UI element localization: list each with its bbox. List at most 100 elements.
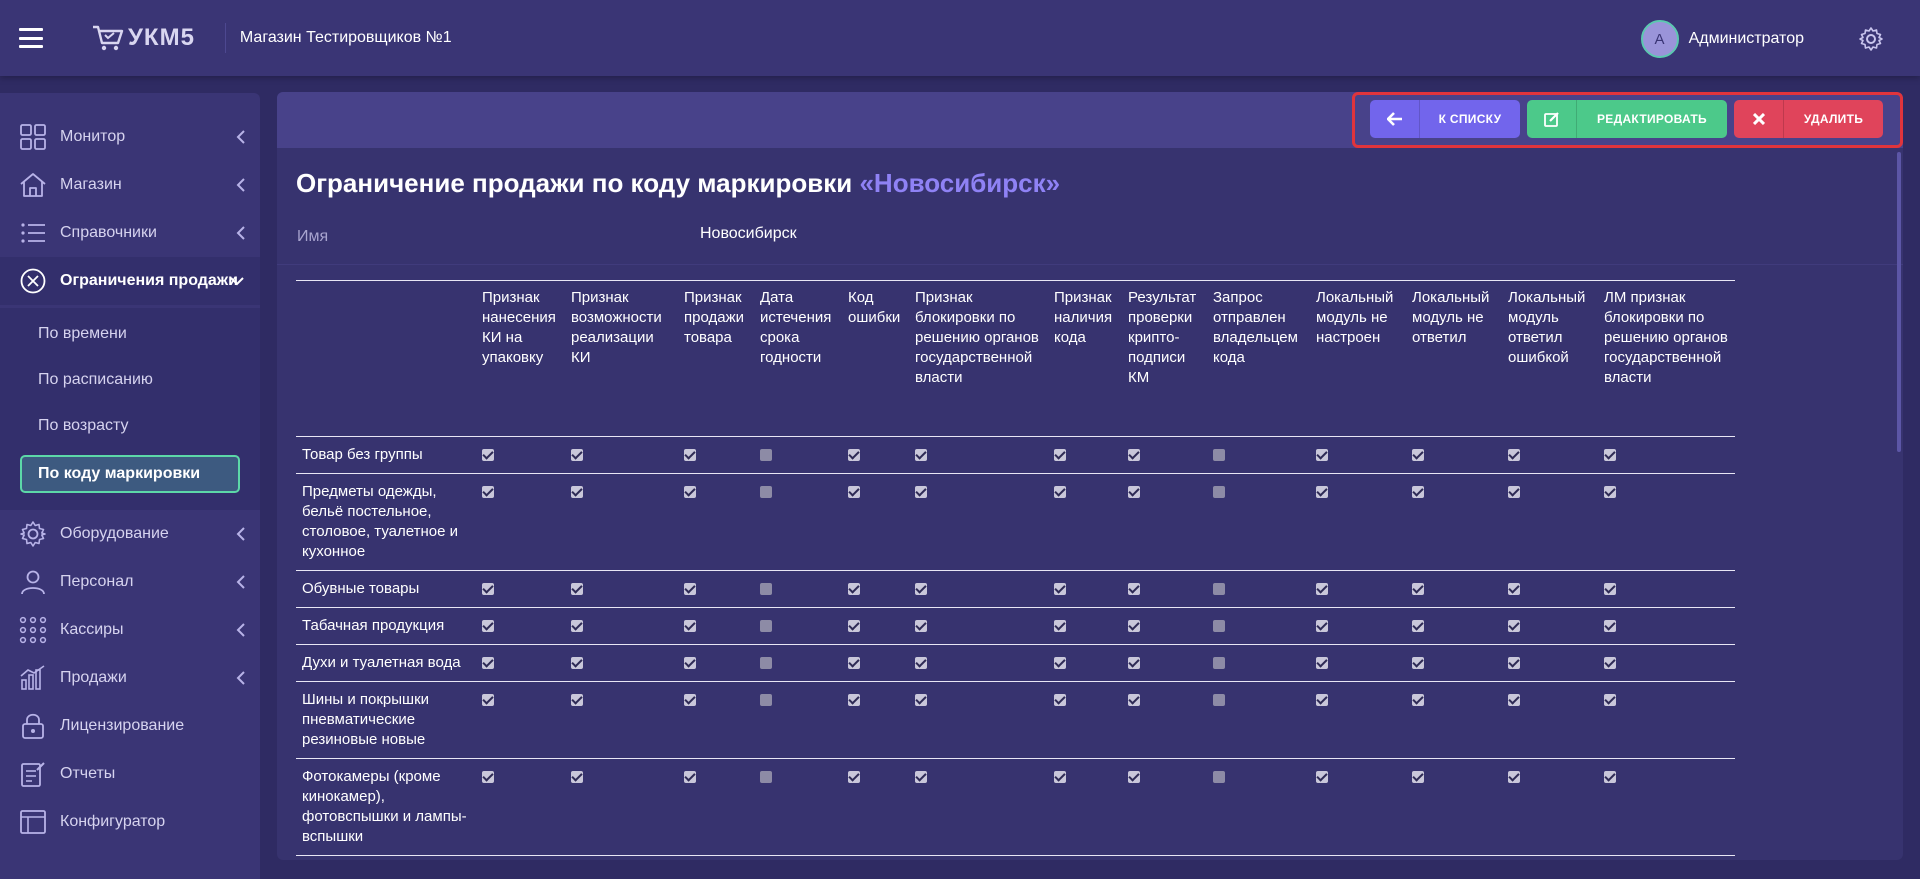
checkbox-cell (1050, 437, 1124, 474)
checkbox-checked (848, 771, 860, 783)
checkbox-cell (1504, 474, 1600, 571)
checkbox-cell (478, 608, 567, 645)
table-row[interactable]: Товар без группы (296, 437, 1735, 474)
user-menu[interactable]: A Администратор (1640, 20, 1804, 58)
checkbox-checked (848, 657, 860, 669)
checkbox-checked (1508, 620, 1520, 632)
checkbox-cell (567, 474, 680, 571)
checkbox-checked (482, 694, 494, 706)
checkbox-cell (844, 608, 911, 645)
checkbox-cell (1600, 437, 1735, 474)
checkbox-checked (1316, 694, 1328, 706)
checkbox-cell (1312, 645, 1408, 682)
checkbox-cell (1050, 608, 1124, 645)
checkbox-cell (478, 759, 567, 856)
submenu-item-by-schedule[interactable]: По расписанию (38, 371, 153, 389)
checkbox-cell (1408, 759, 1504, 856)
checkbox-checked (1054, 486, 1066, 498)
avatar[interactable]: A (1640, 20, 1679, 58)
column-header: Код ошибки (848, 289, 901, 326)
checkbox-checked (1128, 694, 1140, 706)
sidebar-item-licensing[interactable]: Лицензирование (0, 702, 260, 750)
sidebar-item-personnel[interactable]: Персонал (0, 558, 260, 606)
checkbox-checked (571, 583, 583, 595)
column-header: Признак блокировки по решению органов го… (915, 289, 1039, 386)
checkbox-cell (1209, 437, 1312, 474)
column-header: Признак наличия кода (1054, 289, 1113, 346)
checkbox-unchecked (1213, 620, 1225, 632)
table-row[interactable]: Предметы одежды, бельё постельное, столо… (296, 474, 1735, 571)
column-header: Результат проверки крипто-подписи КМ (1128, 289, 1197, 386)
checkbox-checked (571, 771, 583, 783)
sidebar-item-cashiers[interactable]: Кассиры (0, 606, 260, 654)
row-category: Шины и покрышки пневматические резиновые… (302, 691, 430, 748)
user-name[interactable]: Администратор (1689, 30, 1804, 48)
checkbox-cell (567, 645, 680, 682)
scrollbar[interactable] (1897, 152, 1901, 452)
table-row[interactable]: Шины и покрышки пневматические резиновые… (296, 682, 1735, 759)
delete-button[interactable]: УДАЛИТЬ (1734, 100, 1883, 138)
table-row[interactable]: Фотокамеры (кроме кинокамер), фотовспышк… (296, 759, 1735, 856)
lock-icon (22, 713, 44, 739)
name-field-label: Имя (297, 228, 329, 245)
checkbox-checked (571, 620, 583, 632)
checkbox-checked (1316, 583, 1328, 595)
menu-toggle-icon[interactable] (19, 28, 43, 48)
sidebar-item-directories[interactable]: Справочники (0, 209, 260, 257)
checkbox-cell (680, 437, 756, 474)
checkbox-checked (684, 694, 696, 706)
chevron-left-icon (236, 671, 245, 685)
checkbox-cell (756, 759, 844, 856)
checkbox-checked (915, 771, 927, 783)
row-category: Обувные товары (302, 580, 420, 597)
sidebar-item-store[interactable]: Магазин (0, 161, 260, 209)
page-title: Ограничение продажи по коду маркировки «… (296, 168, 1060, 199)
checkbox-cell (1408, 645, 1504, 682)
checkbox-checked (1128, 771, 1140, 783)
app-logo[interactable]: УКМ5 (92, 18, 195, 58)
checkbox-cell (567, 682, 680, 759)
sidebar-item-reports[interactable]: Отчеты (0, 750, 260, 798)
checkbox-cell (1124, 682, 1209, 759)
checkbox-checked (1128, 486, 1140, 498)
back-to-list-button[interactable]: К СПИСКУ (1370, 100, 1520, 138)
sidebar-item-sales[interactable]: Продажи (0, 654, 260, 702)
checkbox-cell (1124, 759, 1209, 856)
checkbox-cell (756, 474, 844, 571)
checkbox-checked (1508, 657, 1520, 669)
checkbox-checked (1128, 657, 1140, 669)
sidebar-item-equipment[interactable]: Оборудование (0, 510, 260, 558)
checkbox-checked (1054, 694, 1066, 706)
checkbox-cell (1408, 682, 1504, 759)
column-header: Локальный модуль не ответил (1412, 289, 1490, 346)
checkbox-unchecked (1213, 657, 1225, 669)
store-name[interactable]: Магазин Тестировщиков №1 (240, 29, 452, 47)
table-row[interactable]: Обувные товары (296, 571, 1735, 608)
checkbox-checked (571, 486, 583, 498)
checkbox-checked (1054, 771, 1066, 783)
list-icon (21, 223, 45, 243)
sidebar-item-label: Конфигуратор (60, 813, 166, 830)
checkbox-cell (478, 571, 567, 608)
checkbox-checked (1604, 657, 1616, 669)
submenu-item-by-time[interactable]: По времени (38, 325, 127, 343)
checkbox-checked (1508, 771, 1520, 783)
sidebar-item-label: Отчеты (60, 765, 116, 782)
sidebar-item-sale-restrictions[interactable]: Ограничения продажи (0, 257, 260, 305)
sidebar-item-label: Магазин (60, 176, 122, 193)
sidebar-item-configurator[interactable]: Конфигуратор (0, 798, 260, 846)
table-row[interactable]: Табачная продукция (296, 608, 1735, 645)
checkbox-checked (482, 620, 494, 632)
checkbox-cell (756, 645, 844, 682)
sidebar-item-label: Персонал (60, 573, 134, 590)
checkbox-cell (680, 571, 756, 608)
submenu-item-by-age[interactable]: По возрасту (38, 417, 129, 435)
table-header-row: Признак нанесения КИ на упаковку Признак … (296, 280, 1735, 437)
submenu-item-by-marking-code[interactable]: По коду маркировки (20, 455, 240, 493)
sidebar-item-monitor[interactable]: Монитор (0, 113, 260, 161)
toolbar: К СПИСКУ РЕДАКТИРОВАТЬ УДАЛИТЬ (277, 92, 1903, 148)
edit-button[interactable]: РЕДАКТИРОВАТЬ (1527, 100, 1727, 138)
table-row[interactable]: Духи и туалетная вода (296, 645, 1735, 682)
topbar-divider (224, 23, 226, 53)
settings-gear-icon[interactable] (1858, 26, 1884, 52)
